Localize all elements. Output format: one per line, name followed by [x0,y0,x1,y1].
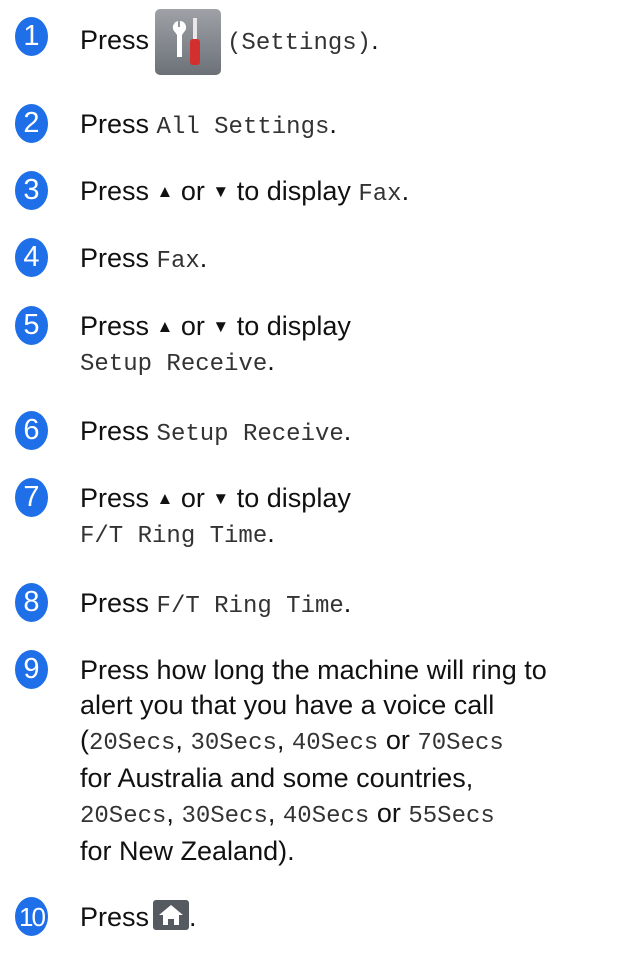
step-item: Fax [358,181,402,208]
period: . [267,518,275,548]
down-arrow-icon: ▼ [212,317,230,336]
step-text: Press how long the machine will ring to … [80,653,612,869]
option-value: 30Secs [181,803,268,830]
step-item: Setup Receive [80,351,268,378]
or-word: or [385,725,410,755]
instruction-line: alert you that you have a voice call [80,690,495,720]
step-number-badge: 10 [15,897,48,936]
option-value: 40Secs [291,730,379,757]
region-note: for Australia and some countries, [80,763,474,793]
up-arrow-icon: ▲ [156,317,174,336]
down-arrow-icon: ▼ [212,489,230,508]
period: . [343,588,352,618]
or-word: or [180,483,205,513]
period: . [343,416,352,446]
or-word: or [180,176,205,206]
step-item: (Settings) [227,30,372,57]
instruction-line: Press how long the machine will ring to [80,655,547,685]
step-number-badge: 2 [15,104,48,143]
step-number-badge: 6 [15,411,48,450]
step-verb: Press [80,243,150,273]
home-icon[interactable] [153,900,190,930]
step-text: Press ▲ or ▼ to display Setup Receive. [80,309,612,382]
step-text: Press F/T Ring Time. [80,586,612,624]
step-number-badge: 8 [15,583,48,622]
up-arrow-icon: ▲ [156,182,174,201]
down-arrow-icon: ▼ [212,182,230,201]
step-verb: Press [80,311,150,341]
or-word: or [180,311,205,341]
step-text: Press ▲ or ▼ to display F/T Ring Time. [80,481,612,554]
comma: , [175,725,183,755]
to-display-text: to display [236,311,351,341]
period: . [199,243,208,273]
open-paren: ( [80,725,89,755]
step-number-badge: 4 [15,238,48,277]
step-verb: Press [80,483,150,513]
step-verb: Press [80,588,150,618]
comma: , [276,725,285,755]
step-number-badge: 7 [15,478,48,517]
step-item: F/T Ring Time [156,593,344,620]
option-value: 20Secs [89,730,176,757]
step-verb: Press [80,176,150,206]
to-display-text: to display [236,176,351,206]
option-value: 40Secs [282,803,370,830]
step-item: F/T Ring Time [80,523,268,550]
step-verb: Press [80,25,150,55]
step-text: Press Setup Receive. [80,414,612,452]
settings-icon[interactable] [155,8,222,75]
settings-icon-graphic [172,17,201,65]
period: . [401,176,410,206]
up-arrow-icon: ▲ [156,489,174,508]
step-text: Press All Settings. [80,107,612,145]
period: . [189,902,197,932]
step-verb: Press [80,416,150,446]
step-number-badge: 9 [15,650,48,689]
region-note: for New Zealand). [80,836,295,866]
step-number-badge: 5 [15,306,48,345]
option-value: 30Secs [190,730,277,757]
to-display-text: to display [236,483,351,513]
period: . [371,25,379,55]
step-item: Fax [156,248,200,275]
comma: , [267,798,276,828]
option-value: 70Secs [417,730,504,757]
home-icon-graphic [159,905,184,925]
step-verb: Press [80,109,150,139]
step-text: Press . [80,900,612,935]
step-number-badge: 1 [15,17,48,56]
step-number-badge: 3 [15,171,48,210]
step-text: Press Fax. [80,241,612,279]
period: . [329,109,337,139]
or-word: or [376,798,401,828]
step-text: Press ▲ or ▼ to display Fax. [80,174,612,212]
comma: , [166,798,174,828]
step-verb: Press [80,902,150,932]
option-value: 20Secs [80,803,167,830]
period: . [267,346,275,376]
option-value: 55Secs [408,803,495,830]
step-text: Press (Settings). [80,8,612,75]
step-item: Setup Receive [156,421,344,448]
step-item: All Settings [156,114,330,141]
